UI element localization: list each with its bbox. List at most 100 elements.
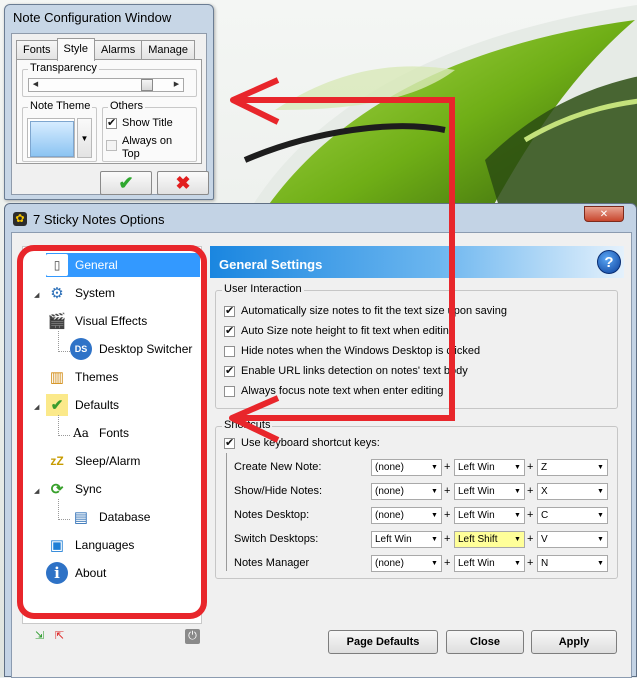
modifier2-select[interactable]: Left Win ▼: [454, 555, 525, 572]
transparency-slider-thumb[interactable]: [141, 79, 153, 91]
always-on-top-checkbox[interactable]: [106, 140, 117, 151]
note-theme-group: Note Theme ▼: [22, 100, 97, 162]
phone-icon: ▯: [46, 254, 68, 276]
settings-nav-tree: ▯ General ⚙ System ◢ 🎬 Visual Effects DS…: [22, 246, 202, 624]
modifier2-select[interactable]: Left Win ▼: [454, 459, 525, 476]
show-title-label: Show Title: [122, 117, 173, 129]
modifier1-select[interactable]: Left Win ▼: [371, 531, 442, 548]
nav-item-desktop-switcher[interactable]: DS Desktop Switcher: [70, 337, 192, 361]
page-title: General Settings: [219, 257, 323, 272]
nav-item-defaults[interactable]: ✔ Defaults: [46, 393, 119, 417]
modifier2-select[interactable]: Left Win ▼: [454, 483, 525, 500]
shortcut-label: Notes Manager: [234, 557, 310, 569]
select-value: (none): [375, 510, 404, 521]
shortcut-bracket: [226, 453, 227, 571]
note-theme-preview[interactable]: [27, 118, 75, 158]
nav-item-themes[interactable]: ▥ Themes: [46, 365, 118, 389]
nav-label-fonts: Fonts: [99, 426, 130, 440]
nav-item-sleep-alarm[interactable]: zZ Sleep/Alarm: [46, 449, 140, 473]
modifier1-select[interactable]: (none) ▼: [371, 483, 442, 500]
select-value: (none): [375, 558, 404, 569]
option-url-detection[interactable]: Enable URL links detection on notes' tex…: [224, 364, 468, 377]
key-select[interactable]: X ▼: [537, 483, 608, 500]
select-value: Left Win: [458, 510, 495, 521]
import-icon[interactable]: ⇲: [32, 629, 47, 644]
options-window: ✿ 7 Sticky Notes Options ✕ ▯ General ⚙ S…: [4, 203, 637, 678]
cancel-button[interactable]: ✖: [157, 171, 209, 195]
option-auto-size[interactable]: Automatically size notes to fit the text…: [224, 304, 507, 317]
option-auto-height[interactable]: Auto Size note height to fit text when e…: [224, 324, 456, 337]
checkbox[interactable]: [224, 324, 235, 337]
modifier1-select[interactable]: (none) ▼: [371, 459, 442, 476]
theme-dropdown-button[interactable]: ▼: [77, 118, 92, 158]
window-close-button[interactable]: ✕: [584, 206, 624, 222]
option-label: Auto Size note height to fit text when e…: [241, 325, 456, 337]
gears-icon: ⚙: [50, 285, 64, 302]
power-icon[interactable]: ⏻: [185, 629, 200, 644]
show-title-checkbox[interactable]: [106, 116, 117, 129]
apply-button[interactable]: Apply: [531, 630, 617, 654]
nav-item-about[interactable]: i About: [46, 561, 106, 585]
checkbox[interactable]: [224, 304, 235, 317]
checkbox[interactable]: [224, 436, 235, 449]
chevron-down-icon: ▼: [514, 512, 521, 519]
nav-item-system[interactable]: ⚙ System: [46, 281, 115, 305]
show-title-option[interactable]: Show Title: [106, 116, 173, 129]
note-window-body: Fonts Style Alarms Manage Transparency ◀…: [11, 33, 209, 195]
ds-icon: DS: [70, 338, 92, 360]
key-select[interactable]: Z ▼: [537, 459, 608, 476]
scroll-right-icon[interactable]: ▶: [170, 79, 183, 91]
tab-alarms[interactable]: Alarms: [93, 40, 143, 60]
scroll-left-icon[interactable]: ◀: [29, 79, 42, 91]
modifier2-select[interactable]: Left Win ▼: [454, 507, 525, 524]
nav-item-visual-effects[interactable]: 🎬 Visual Effects: [46, 309, 148, 333]
modifier2-select[interactable]: Left Shift ▼: [454, 531, 525, 548]
help-button[interactable]: ?: [597, 250, 621, 274]
plus-sign: +: [444, 485, 451, 497]
nav-label-about: About: [75, 566, 107, 580]
nav-item-general[interactable]: ▯ General: [46, 253, 200, 277]
expand-sync-icon[interactable]: ◢: [34, 487, 39, 495]
tab-manage[interactable]: Manage: [141, 40, 195, 60]
always-on-top-option[interactable]: Always on Top: [106, 135, 182, 161]
key-select[interactable]: C ▼: [537, 507, 608, 524]
nav-item-sync[interactable]: ⟳ Sync: [46, 477, 102, 501]
page-defaults-button[interactable]: Page Defaults: [328, 630, 438, 654]
chevron-down-icon: ▼: [431, 512, 438, 519]
books-icon: ▥: [49, 369, 65, 386]
option-hide-notes[interactable]: Hide notes when the Windows Desktop is c…: [224, 345, 480, 357]
nav-item-languages[interactable]: ▣ Languages: [46, 533, 134, 557]
checkbox[interactable]: [224, 345, 235, 357]
nav-label-desktop-switcher: Desktop Switcher: [99, 342, 193, 356]
general-settings-header: General Settings ?: [210, 246, 624, 278]
chevron-down-icon: ▼: [597, 512, 604, 519]
use-shortcuts-option[interactable]: Use keyboard shortcut keys:: [224, 436, 380, 449]
key-select[interactable]: V ▼: [537, 531, 608, 548]
checkbox[interactable]: [224, 364, 235, 377]
transparency-slider[interactable]: ◀ ▶: [28, 78, 184, 92]
plus-sign: +: [527, 461, 534, 473]
select-value: C: [541, 510, 549, 521]
select-value: (none): [375, 486, 404, 497]
nav-item-fonts[interactable]: Aa Fonts: [70, 421, 129, 445]
languages-icon: ▣: [49, 537, 65, 554]
tab-style[interactable]: Style: [56, 38, 95, 61]
chevron-down-icon: ▼: [431, 560, 438, 567]
modifier1-select[interactable]: (none) ▼: [371, 507, 442, 524]
note-configuration-window: Note Configuration Window Fonts Style Al…: [4, 4, 214, 200]
sync-icon: ⟳: [50, 481, 64, 498]
nav-label-sleep-alarm: Sleep/Alarm: [75, 454, 141, 468]
nav-item-database[interactable]: ▤ Database: [70, 505, 150, 529]
ok-button[interactable]: ✔: [100, 171, 152, 195]
expand-visual-effects-icon[interactable]: ◢: [34, 291, 39, 299]
option-focus-note[interactable]: Always focus note text when enter editin…: [224, 385, 443, 397]
expand-defaults-icon[interactable]: ◢: [34, 403, 39, 411]
checkbox[interactable]: [224, 385, 235, 397]
close-button[interactable]: Close: [446, 630, 524, 654]
database-icon: ▤: [73, 509, 89, 526]
key-select[interactable]: N ▼: [537, 555, 608, 572]
modifier1-select[interactable]: (none) ▼: [371, 555, 442, 572]
tab-fonts[interactable]: Fonts: [16, 40, 58, 60]
select-value: N: [541, 558, 549, 569]
export-icon[interactable]: ⇱: [52, 629, 67, 644]
